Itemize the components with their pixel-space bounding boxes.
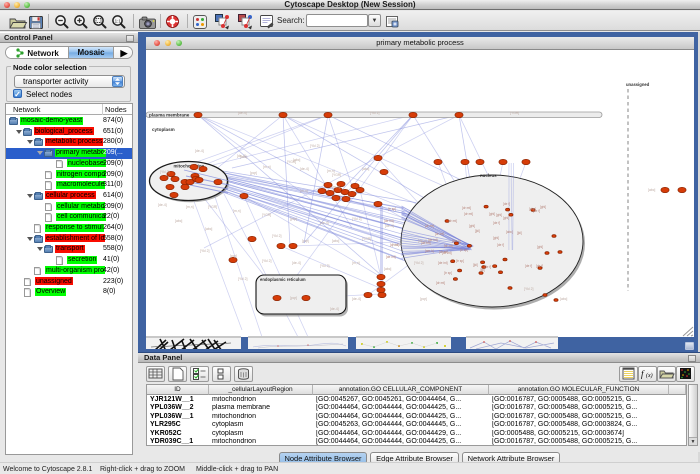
svg-text:[Ykl 2]: [Ykl 2]: [238, 277, 247, 281]
svg-text:[dr mt]: [dr mt]: [436, 281, 445, 285]
svg-text:[abc]: [abc]: [362, 167, 369, 171]
svg-text:[YGR]: [YGR]: [262, 213, 271, 217]
svg-text:[ghi]: [ghi]: [489, 212, 495, 216]
svg-text:[abc]: [abc]: [205, 227, 212, 231]
svg-text:[de-4]: [de-4]: [418, 239, 427, 243]
svg-text:[pqr]: [pqr]: [302, 239, 309, 243]
svg-text:[am k]: [am k]: [452, 239, 461, 243]
svg-text:[pqr]: [pqr]: [290, 217, 297, 221]
svg-text:[de-4]: [de-4]: [158, 203, 167, 207]
svg-text:[Ykl 2]: [Ykl 2]: [320, 264, 329, 268]
svg-text:[m,n]: [m,n]: [233, 209, 241, 213]
svg-text:[de int]: [de int]: [438, 261, 448, 265]
svg-text:[Ykl 2]: [Ykl 2]: [392, 243, 401, 247]
svg-text:[dr mt]: [dr mt]: [444, 244, 453, 248]
svg-text:[de f]: [de f]: [484, 265, 491, 269]
svg-text:[dr mt]: [dr mt]: [425, 224, 434, 228]
svg-text:1:1: 1:1: [115, 18, 122, 23]
svg-text:[Ykl 2]: [Ykl 2]: [524, 287, 533, 291]
svg-text:[de int]: [de int]: [384, 219, 394, 223]
svg-text:endoplasmic reticulum: endoplasmic reticulum: [260, 277, 306, 282]
svg-text:[m,n]: [m,n]: [352, 261, 360, 265]
svg-text:[Ykl 2]: [Ykl 2]: [200, 249, 209, 253]
svg-text:[dr mt]: [dr mt]: [448, 219, 457, 223]
svg-text:[dr mt]: [dr mt]: [464, 212, 473, 216]
svg-text:[am k]: [am k]: [425, 249, 434, 253]
svg-text:[Ykl 2]: [Ykl 2]: [370, 111, 379, 115]
svg-text:[Ykl 2]: [Ykl 2]: [414, 261, 423, 265]
svg-text:[abc]: [abc]: [384, 267, 391, 271]
svg-text:[pqr]: [pqr]: [420, 297, 427, 301]
svg-text:[ghi]: [ghi]: [469, 224, 475, 228]
svg-text:(x): (x): [646, 372, 653, 379]
svg-text:[pqr]: [pqr]: [250, 171, 257, 175]
svg-text:[Ykl 2]: [Ykl 2]: [352, 217, 361, 221]
svg-text:[m,n]: [m,n]: [263, 165, 271, 169]
svg-text:[Ykl 2]: [Ykl 2]: [310, 144, 319, 148]
svg-text:[ghi]: [ghi]: [503, 216, 509, 220]
svg-text:[de-4]: [de-4]: [385, 224, 394, 228]
svg-text:[dr mt]: [dr mt]: [439, 250, 448, 254]
svg-text:[de f]: [de f]: [503, 202, 510, 206]
svg-text:[de-4]: [de-4]: [300, 167, 309, 171]
svg-text:[tr sp]: [tr sp]: [388, 207, 396, 211]
svg-text:[dr mt]: [dr mt]: [435, 232, 444, 236]
svg-text:[de-4]: [de-4]: [320, 221, 329, 225]
svg-text:[m,n]: [m,n]: [300, 189, 308, 193]
svg-text:[de-4]: [de-4]: [292, 261, 301, 265]
svg-text:[tr sp]: [tr sp]: [456, 259, 464, 263]
svg-text:[de f]: [de f]: [493, 221, 500, 225]
svg-text:[jkl]: [jkl]: [475, 229, 480, 233]
svg-text:[m,n]: [m,n]: [186, 205, 194, 209]
svg-text:[YGR]: [YGR]: [332, 173, 341, 177]
svg-text:[de-4]: [de-4]: [237, 154, 246, 158]
svg-text:[jkl]: [jkl]: [517, 231, 522, 235]
svg-text:[m,n]: [m,n]: [327, 169, 335, 173]
svg-text:[YGR]: [YGR]: [362, 237, 371, 241]
svg-text:[de-4]: [de-4]: [195, 149, 204, 153]
svg-text:[dr mt]: [dr mt]: [462, 206, 471, 210]
svg-text:[de int]: [de int]: [386, 255, 396, 259]
svg-text:[abc]: [abc]: [506, 230, 513, 234]
svg-text:[de f]: [de f]: [525, 264, 532, 268]
svg-text:[YGR]: [YGR]: [510, 111, 519, 115]
svg-text:[ghi]: [ghi]: [496, 213, 502, 217]
svg-text:[pqr]: [pqr]: [290, 296, 297, 300]
svg-text:[abc]: [abc]: [560, 297, 567, 301]
svg-text:[de f]: [de f]: [497, 243, 504, 247]
svg-text:[m,n]: [m,n]: [332, 185, 340, 189]
svg-text:[abc]: [abc]: [293, 158, 300, 162]
svg-text:nucleus: nucleus: [480, 173, 497, 178]
svg-text:[abc]: [abc]: [332, 239, 339, 243]
svg-text:[de-4]: [de-4]: [238, 111, 247, 115]
svg-text:[ghi]: [ghi]: [540, 205, 546, 209]
svg-text:[YGR]: [YGR]: [208, 205, 217, 209]
svg-text:[abc]: [abc]: [648, 188, 655, 192]
svg-text:f: f: [641, 369, 645, 379]
svg-text:[ghi]: [ghi]: [493, 236, 499, 240]
svg-text:[Ykl 2]: [Ykl 2]: [160, 170, 169, 174]
svg-text:[de f]: [de f]: [536, 264, 543, 268]
svg-text:[Ykl 2]: [Ykl 2]: [262, 259, 271, 263]
svg-text:[de-4]: [de-4]: [352, 297, 361, 301]
svg-text:cytoplasm: cytoplasm: [152, 127, 175, 132]
svg-text:unassigned: unassigned: [626, 82, 650, 87]
svg-text:[Ykl 2]: [Ykl 2]: [272, 234, 281, 238]
svg-text:plasma membrane: plasma membrane: [149, 113, 190, 118]
svg-text:[tr sp]: [tr sp]: [444, 271, 452, 275]
svg-text:[abc]: [abc]: [175, 219, 182, 223]
svg-text:[pqr]: [pqr]: [230, 254, 237, 258]
svg-text:[tr sp]: [tr sp]: [460, 248, 468, 252]
svg-text:[jkl]: [jkl]: [473, 263, 478, 267]
svg-text:[de f]: [de f]: [533, 209, 540, 213]
svg-text:[de-4]: [de-4]: [330, 307, 339, 311]
svg-text:[ghi]: [ghi]: [537, 245, 543, 249]
